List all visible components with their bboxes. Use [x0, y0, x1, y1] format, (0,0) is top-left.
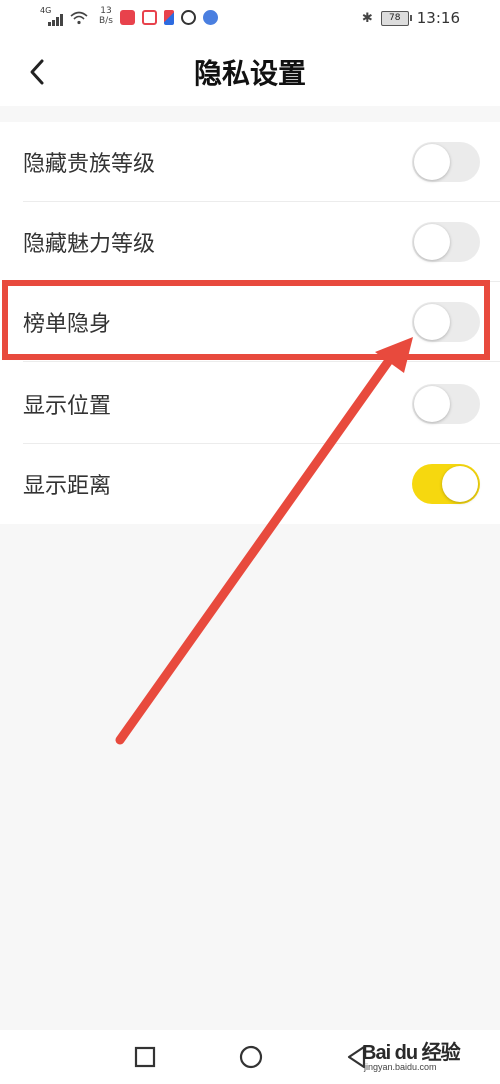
annotation-arrow [115, 337, 413, 745]
recents-icon[interactable] [132, 1044, 158, 1070]
home-icon[interactable] [238, 1044, 264, 1070]
phone-screen: 4G 13 B/s ✱ 78 13:16 隐私设置 隐藏贵族等级 隐藏魅力等级 … [0, 0, 500, 1084]
baidu-watermark: Bai du 经验 jingyan.baidu.com [362, 1030, 472, 1080]
watermark-url: jingyan.baidu.com [364, 1062, 437, 1072]
watermark-logo: Bai du 经验 [362, 1042, 461, 1064]
